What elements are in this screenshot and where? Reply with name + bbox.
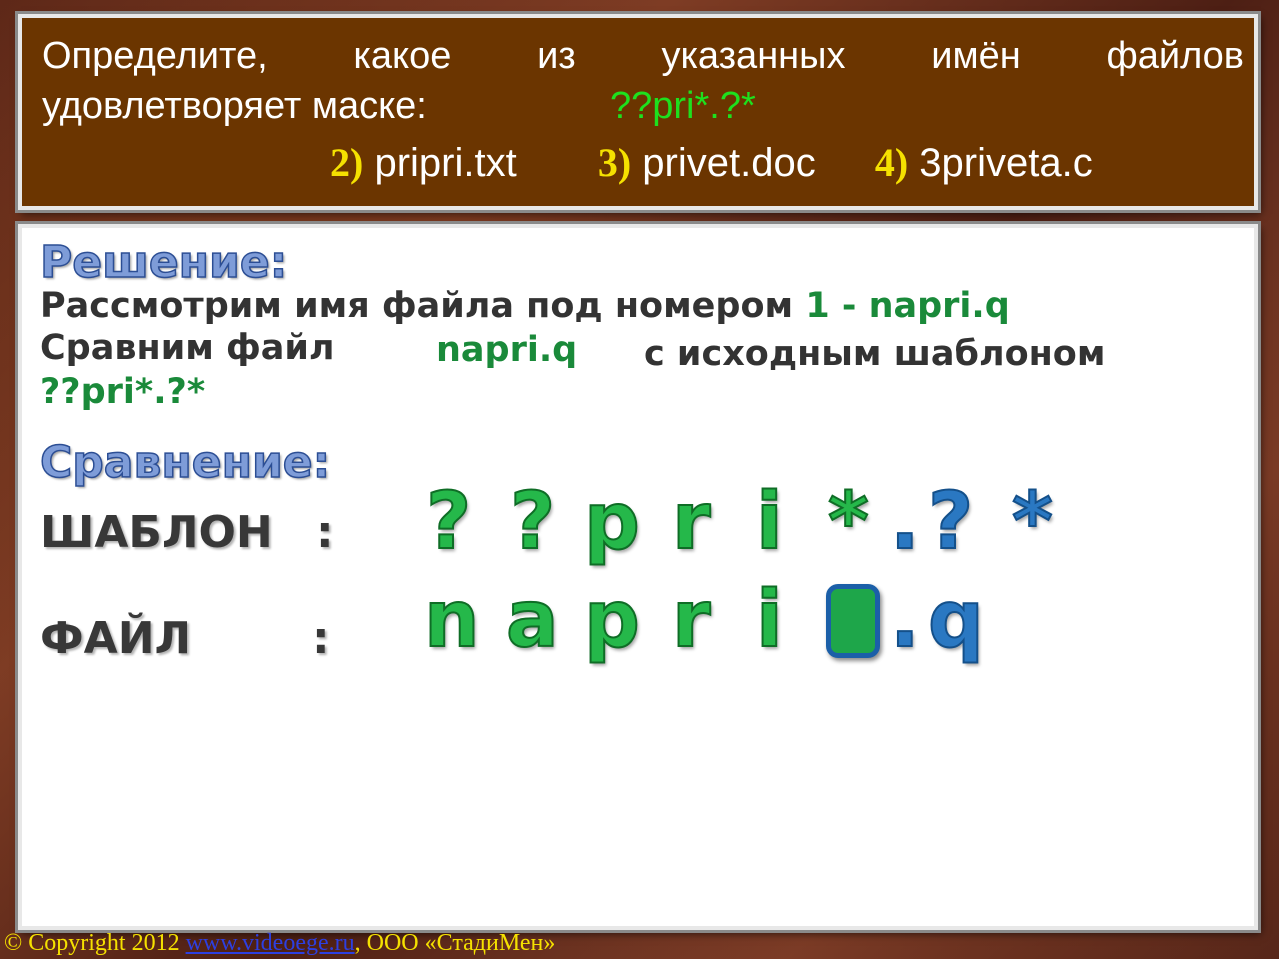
company-text: , ООО «СтадиМен» [354,930,556,956]
question-word: файлов [1106,35,1244,77]
website-link[interactable]: www.videoege.ru [186,930,355,956]
file-label: ФАЙЛ [40,613,192,664]
template-label: ШАБЛОН [40,507,273,558]
template-glyph-dot: . [889,477,921,567]
option-text: 3priveta.c [919,141,1093,185]
consider-text: Рассмотрим имя файла под номером [40,286,794,326]
file-glyph-a: a [505,575,560,665]
footer-copyright: © Copyright 2012 www.videoege.ru, ООО «С… [4,928,555,958]
file-glyph-i: i [755,575,784,665]
question-line-2: удовлетворяет маске: [42,85,427,127]
option-number: 4) [874,140,909,185]
file-glyph-dot: . [889,575,921,665]
option-text: privet.doc [642,141,816,185]
empty-match-box [826,584,880,658]
consider-line: Рассмотрим имя файла под номером 1 - nap… [40,286,1010,326]
answer-options: 2) pripri.txt 3) privet.doc 4) 3priveta.… [330,140,1093,186]
option-number: 2) [330,140,364,185]
option-2: 2) pripri.txt [330,140,517,186]
file-glyph-p: p [583,575,641,665]
template-glyph-star: * [827,477,870,567]
copyright-text: © Copyright 2012 [4,930,180,956]
file-glyph-r: r [671,575,711,665]
template-colon: : [316,507,334,558]
source-mask: ??pri*.?* [40,372,206,412]
template-glyph-question: ? [509,477,556,567]
question-word: из [537,35,576,77]
comparison-heading: Сравнение: [39,437,331,489]
file-glyph-q: q [927,575,985,665]
compare-file-name: napri.q [436,330,578,370]
file-colon: : [312,613,330,664]
option-4: 4) 3priveta.c [875,140,1093,186]
template-glyph-question: ? [927,477,974,567]
question-word: указанных [661,35,846,77]
template-glyph-question: ? [425,477,472,567]
option-3: 3) privet.doc [598,140,816,186]
option-text: pripri.txt [374,141,517,185]
option-number: 3) [597,140,632,185]
template-glyph-i: i [755,477,784,567]
compare-text-b: с исходным шаблоном [644,334,1106,374]
question-word: имён [931,35,1021,77]
template-glyph-p: p [583,477,641,567]
consider-highlight: 1 - napri.q [805,286,1010,326]
template-glyph-r: r [671,477,711,567]
question-line-1: Определите, какое из указанных имён файл… [42,34,1244,78]
question-panel: Определите, какое из указанных имён файл… [18,14,1258,210]
question-word: Определите, [42,35,268,77]
question-mask: ??pri*.?* [610,85,756,127]
question-word: какое [353,35,452,77]
solution-heading: Решение: [39,237,288,289]
compare-text-a: Сравним файл [40,328,335,368]
file-glyph-n: n [423,575,481,665]
solution-panel: Решение: Рассмотрим имя файла под номеро… [18,224,1258,930]
template-glyph-star: * [1011,477,1054,567]
